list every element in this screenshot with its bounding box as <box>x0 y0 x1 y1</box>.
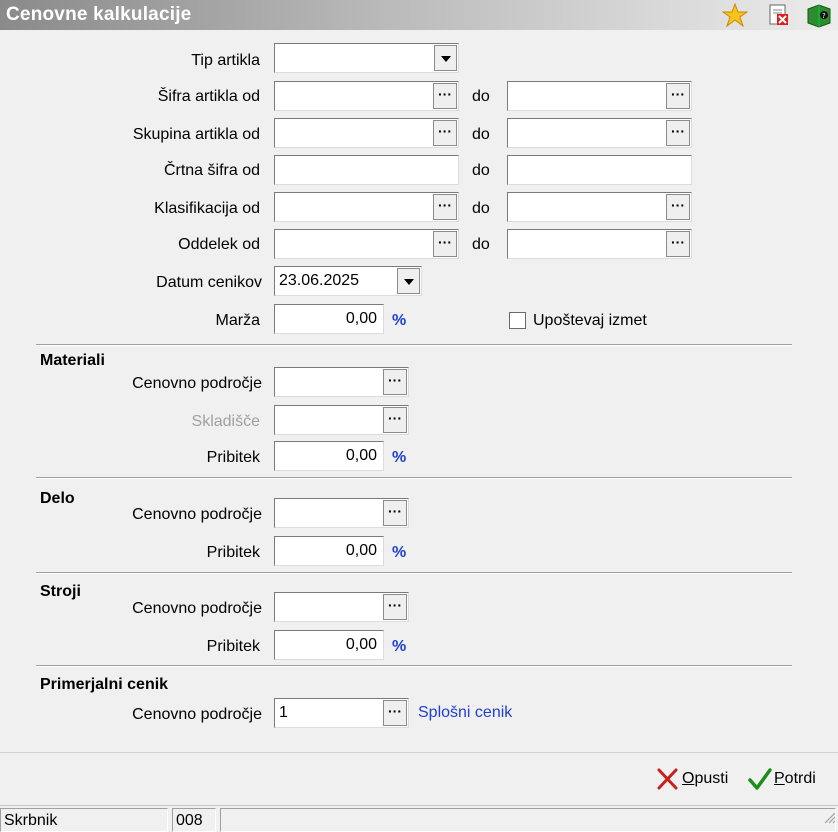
cancel-x-icon <box>656 766 680 792</box>
materiali-cenovno-podrocje-input[interactable]: ··· <box>274 367 409 397</box>
calendar-dropdown-icon[interactable] <box>397 268 420 294</box>
skupina-artikla-to-input[interactable]: ··· <box>507 118 692 148</box>
status-extra-cell <box>220 808 836 832</box>
skupina-artikla-label: Skupina artikla od <box>132 126 260 143</box>
stroji-section-title: Stroji <box>40 583 81 600</box>
marza-percent: % <box>392 312 407 329</box>
materiali-skladisce-label: Skladišče <box>191 413 260 430</box>
oddelek-to-input[interactable]: ··· <box>507 229 692 259</box>
button-bar-divider <box>0 752 838 753</box>
resize-grip-icon[interactable] <box>824 811 836 829</box>
status-code-cell: 008 <box>172 808 216 832</box>
tip-artikla-label: Tip artikla <box>191 52 260 69</box>
star-icon[interactable] <box>721 2 749 28</box>
klasifikacija-to-input[interactable]: ··· <box>507 192 692 222</box>
ellipsis-button[interactable]: ··· <box>666 231 690 257</box>
primerjalni-cenovno-podrocje-input[interactable]: 1 ··· <box>274 698 409 728</box>
delo-cenovno-podrocje-label: Cenovno področje <box>132 506 262 523</box>
skupina-artikla-do-label: do <box>472 126 490 143</box>
crtna-sifra-to-input[interactable] <box>507 155 692 185</box>
datum-cenikov-picker[interactable]: 23.06.2025 <box>274 266 422 296</box>
ellipsis-button[interactable]: ··· <box>666 83 690 109</box>
help-book-icon[interactable]: ? <box>805 3 831 28</box>
crtna-sifra-do-label: do <box>472 162 490 179</box>
delo-pribitek-percent: % <box>392 544 407 561</box>
oddelek-do-label: do <box>472 236 490 253</box>
upostevaj-izmet-label: Upoštevaj izmet <box>533 312 647 329</box>
delo-pribitek-label: Pribitek <box>206 544 260 561</box>
divider <box>36 572 792 574</box>
sifra-artikla-label: Šifra artikla od <box>157 88 260 105</box>
klasifikacija-label: Klasifikacija od <box>154 200 260 217</box>
title-bar: Cenovne kalkulacije ? <box>0 0 838 30</box>
sifra-artikla-do-label: do <box>472 88 490 105</box>
ellipsis-button[interactable]: ··· <box>383 500 407 526</box>
marza-label: Marža <box>215 312 260 329</box>
materiali-pribitek-input[interactable]: 0,00 <box>274 441 384 471</box>
delo-cenovno-podrocje-input[interactable]: ··· <box>274 498 409 528</box>
crtna-sifra-label: Črtna šifra od <box>163 162 260 179</box>
materiali-pribitek-percent: % <box>392 449 407 466</box>
sifra-artikla-to-input[interactable]: ··· <box>507 81 692 111</box>
stroji-pribitek-label: Pribitek <box>206 638 260 655</box>
sifra-artikla-from-input[interactable]: ··· <box>274 81 459 111</box>
window-title: Cenovne kalkulacije <box>6 4 192 25</box>
delo-section-title: Delo <box>40 490 75 507</box>
divider <box>36 477 792 479</box>
ellipsis-button[interactable]: ··· <box>433 83 457 109</box>
klasifikacija-from-input[interactable]: ··· <box>274 192 459 222</box>
status-user: Skrbnik <box>4 812 58 829</box>
opusti-button[interactable]: Opusti <box>656 766 736 794</box>
delo-pribitek-input[interactable]: 0,00 <box>274 536 384 566</box>
checkmark-icon <box>748 766 772 792</box>
close-document-icon[interactable] <box>766 3 792 27</box>
ellipsis-button[interactable]: ··· <box>666 194 690 220</box>
stroji-cenovno-podrocje-input[interactable]: ··· <box>274 592 409 622</box>
dropdown-arrow-icon[interactable] <box>434 45 457 71</box>
oddelek-from-input[interactable]: ··· <box>274 229 459 259</box>
ellipsis-button[interactable]: ··· <box>383 700 407 726</box>
oddelek-label: Oddelek od <box>178 236 260 253</box>
klasifikacija-do-label: do <box>472 200 490 217</box>
stroji-pribitek-percent: % <box>392 638 407 655</box>
tip-artikla-dropdown[interactable] <box>274 43 459 73</box>
datum-cenikov-label: Datum cenikov <box>156 274 262 291</box>
divider <box>36 665 792 667</box>
ellipsis-button[interactable]: ··· <box>383 369 407 395</box>
materiali-pribitek-label: Pribitek <box>206 449 260 466</box>
stroji-pribitek-input[interactable]: 0,00 <box>274 630 384 660</box>
materiali-skladisce-input[interactable]: ··· <box>274 405 409 435</box>
svg-text:?: ? <box>822 12 826 20</box>
primerjalni-cenik-section-title: Primerjalni cenik <box>40 676 169 693</box>
upostevaj-izmet-checkbox[interactable] <box>509 312 526 329</box>
ellipsis-button[interactable]: ··· <box>433 120 457 146</box>
ellipsis-button[interactable]: ··· <box>383 407 407 433</box>
skupina-artikla-from-input[interactable]: ··· <box>274 118 459 148</box>
splosni-cenik-description: Splošni cenik <box>418 704 513 721</box>
potrdi-button[interactable]: Potrdi <box>748 766 828 794</box>
status-bar: Skrbnik 008 <box>0 805 838 832</box>
ellipsis-button[interactable]: ··· <box>433 194 457 220</box>
ellipsis-button[interactable]: ··· <box>666 120 690 146</box>
divider <box>36 344 792 346</box>
stroji-cenovno-podrocje-label: Cenovno področje <box>132 600 262 617</box>
materiali-section-title: Materiali <box>40 352 105 369</box>
marza-input[interactable]: 0,00 <box>274 304 384 334</box>
primerjalni-cenovno-podrocje-label: Cenovno področje <box>132 706 262 723</box>
ellipsis-button[interactable]: ··· <box>433 231 457 257</box>
ellipsis-button[interactable]: ··· <box>383 594 407 620</box>
status-user-cell: Skrbnik <box>0 808 168 832</box>
status-code: 008 <box>176 812 203 829</box>
crtna-sifra-from-input[interactable] <box>274 155 459 185</box>
materiali-cenovno-podrocje-label: Cenovno področje <box>132 375 262 392</box>
